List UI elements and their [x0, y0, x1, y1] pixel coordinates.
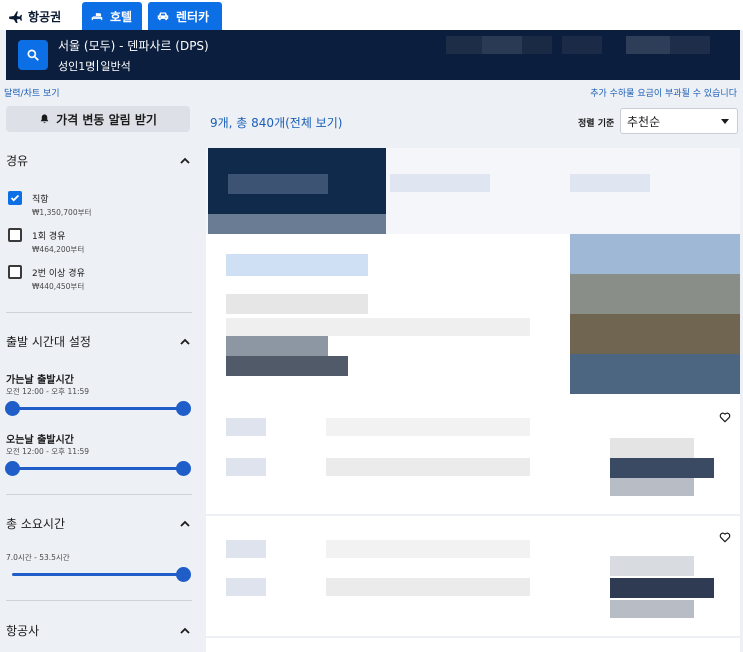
stops-option-label: 직항: [32, 195, 49, 205]
inbound-time-range: 오전 12:00 - 오후 11:59: [6, 447, 90, 456]
outbound-time-slider-min-handle[interactable]: [5, 401, 20, 416]
tab-hotels-label: 호텔: [110, 9, 133, 24]
passenger-cabin: 성인1명 일반석: [58, 58, 131, 74]
heart-icon[interactable]: [718, 530, 732, 544]
sort-select[interactable]: 추천순: [620, 108, 738, 134]
sort-label: 정렬 기준: [578, 119, 615, 129]
divider: [6, 494, 192, 495]
stops-option-label: 2번 이상 경유: [32, 269, 85, 279]
stops-direct-checkbox[interactable]: [8, 191, 22, 205]
sort-value: 추천순: [627, 115, 661, 129]
tab-cars-label: 렌터카: [176, 9, 210, 24]
inbound-time-slider-min-handle[interactable]: [5, 461, 20, 476]
obscured-result-card[interactable]: [206, 234, 740, 394]
obscured-result-card[interactable]: [206, 638, 740, 652]
obscured-date-field: [522, 36, 552, 54]
duration-filter-title: 총 소요시간: [6, 517, 66, 531]
chevron-up-icon[interactable]: [180, 626, 190, 636]
stops-option-label: 1회 경유: [32, 232, 66, 242]
duration-range: 7.0시간 - 53.5시간: [6, 553, 70, 562]
chevron-up-icon[interactable]: [180, 156, 190, 166]
stops-multi-checkbox[interactable]: [8, 265, 22, 279]
outbound-time-slider-track[interactable]: [12, 407, 184, 410]
passenger-count: 성인1명: [58, 60, 96, 73]
obscured-results-header: [206, 148, 740, 234]
airlines-filter-title: 항공사: [6, 624, 40, 638]
obscured-date-field: [626, 36, 670, 54]
stops-one-checkbox[interactable]: [8, 228, 22, 242]
inbound-time-slider-track[interactable]: [12, 467, 184, 470]
cabin-class: 일반석: [100, 60, 131, 73]
obscured-result-card[interactable]: [206, 516, 740, 636]
separator: [97, 60, 99, 71]
outbound-time-range: 오전 12:00 - 오후 11:59: [6, 387, 90, 396]
price-alert-label: 가격 변동 알림 받기: [56, 112, 157, 127]
outbound-time-label: 가는날 출발시간: [6, 375, 74, 386]
heart-icon[interactable]: [718, 410, 732, 424]
baggage-fee-notice[interactable]: 추가 수하물 요금이 부과될 수 있습니다: [590, 86, 737, 99]
obscured-date-field: [562, 36, 602, 54]
price-alert-button[interactable]: 가격 변동 알림 받기: [6, 106, 190, 132]
chevron-up-icon[interactable]: [180, 337, 190, 347]
tab-flights-label: 항공권: [28, 9, 62, 24]
inbound-time-label: 오는날 출발시간: [6, 435, 74, 446]
tab-flights[interactable]: 항공권: [0, 2, 78, 30]
product-tabs: 항공권 호텔 렌터카: [0, 0, 743, 30]
bell-icon: [40, 114, 49, 124]
inbound-time-slider-max-handle[interactable]: [176, 461, 191, 476]
search-summary-bar[interactable]: 서울 (모두) - 덴파사르 (DPS) 성인1명 일반석: [6, 30, 740, 80]
check-icon: [10, 194, 20, 202]
duration-slider-max-handle[interactable]: [176, 567, 191, 582]
stops-option-price: ₩1,350,700부터: [32, 208, 92, 217]
chevron-up-icon[interactable]: [180, 519, 190, 529]
duration-slider-track[interactable]: [12, 573, 184, 576]
departure-time-filter-title: 출발 시간대 설정: [6, 335, 91, 349]
bed-icon: [91, 12, 103, 21]
obscured-date-field: [670, 36, 710, 54]
stops-option-price: ₩464,200부터: [32, 245, 85, 254]
chevron-down-icon: [721, 119, 729, 124]
plane-icon: [9, 11, 22, 23]
outbound-time-slider-max-handle[interactable]: [176, 401, 191, 416]
tab-cars[interactable]: 렌터카: [148, 2, 222, 30]
obscured-result-card[interactable]: [206, 394, 740, 514]
divider: [6, 312, 192, 313]
route-text: 서울 (모두) - 덴파사르 (DPS): [58, 39, 209, 53]
search-icon: [27, 49, 39, 61]
tab-hotels[interactable]: 호텔: [82, 2, 142, 30]
obscured-date-field: [482, 36, 522, 54]
divider: [6, 600, 192, 601]
stops-filter-title: 경유: [6, 154, 29, 168]
car-icon: [157, 12, 169, 21]
obscured-date-field: [446, 36, 482, 54]
result-count-link[interactable]: 9개, 총 840개(전체 보기): [210, 114, 342, 131]
stops-option-price: ₩440,450부터: [32, 282, 85, 291]
search-button[interactable]: [18, 40, 48, 70]
calendar-chart-link[interactable]: 달력/차트 보기: [4, 86, 60, 99]
